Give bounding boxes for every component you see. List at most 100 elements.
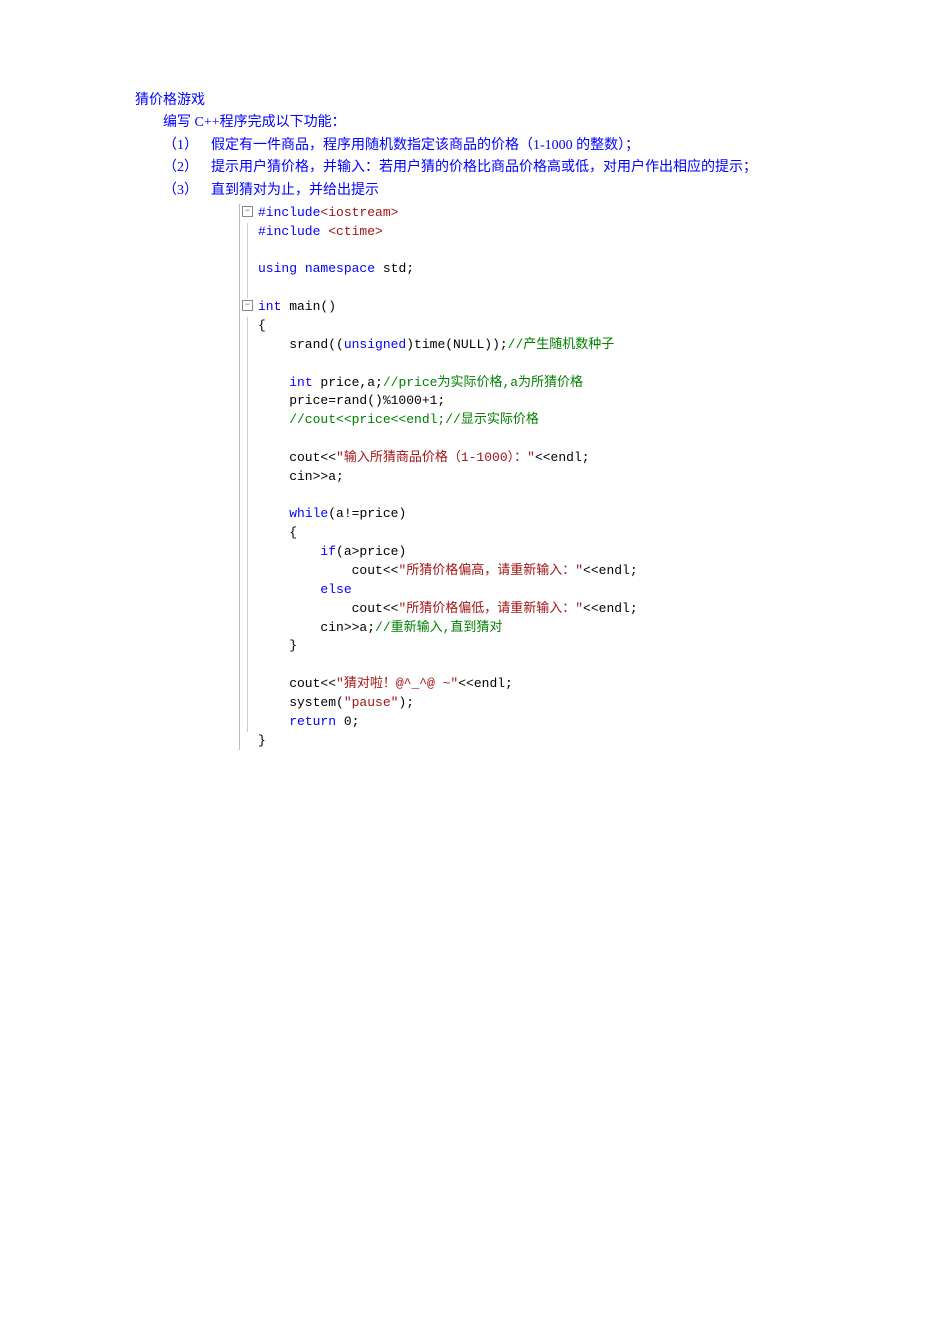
item-text: 直到猜对为止，并给出提示: [211, 180, 761, 202]
fold-line-icon: [247, 637, 248, 656]
code-text: "输入所猜商品价格（1-1000）：": [336, 450, 535, 465]
page-title: 猜价格游戏: [135, 90, 810, 112]
code-line: else: [240, 581, 680, 600]
code-line: srand((unsigned)time(NULL));//产生随机数种子: [240, 336, 680, 355]
list-item: （3）直到猜对为止，并给出提示: [135, 180, 810, 202]
code-text: int: [258, 299, 281, 314]
code-text: #include: [258, 224, 328, 239]
fold-line-icon: [247, 713, 248, 732]
fold-line-icon: [247, 581, 248, 600]
code-text: <ctime>: [328, 224, 383, 239]
code-line: system("pause");: [240, 694, 680, 713]
fold-line-icon: [247, 374, 248, 393]
code-text: (a>price): [336, 544, 406, 559]
code-line: price=rand()%1000+1;: [240, 392, 680, 411]
code-text: <<endl;: [583, 563, 638, 578]
fold-line-icon: [247, 411, 248, 430]
code-text: {: [258, 525, 297, 540]
code-text: <<endl;: [535, 450, 590, 465]
code-text: price,a;: [313, 375, 383, 390]
code-text: main(): [281, 299, 336, 314]
code-text: );: [398, 695, 414, 710]
intro-text: 编写 C++程序完成以下功能：: [135, 112, 810, 134]
code-text: std;: [375, 261, 414, 276]
code-text: cin>>a;: [258, 469, 344, 484]
code-text: int: [289, 375, 312, 390]
code-line: }: [240, 637, 680, 656]
code-text: )time(NULL));: [406, 337, 507, 352]
code-line: [240, 656, 680, 675]
fold-line-icon: [247, 392, 248, 411]
code-text: "所猜价格偏低，请重新输入：": [398, 601, 583, 616]
fold-line-icon: [247, 675, 248, 694]
list-item: （2）提示用户猜价格，并输入：若用户猜的价格比商品价格高或低，对用户作出相应的提…: [135, 157, 810, 179]
code-text: namespace: [305, 261, 375, 276]
code-text: {: [258, 318, 266, 333]
code-text: }: [258, 733, 266, 748]
code-line: −int main(): [240, 298, 680, 317]
code-text: //重新输入,直到猜对: [375, 620, 502, 635]
fold-line-icon: [247, 355, 248, 374]
code-text: "pause": [344, 695, 399, 710]
code-text: cout<<: [258, 450, 336, 465]
code-text: [258, 375, 289, 390]
code-text: unsigned: [344, 337, 406, 352]
code-text: else: [320, 582, 351, 597]
code-text: price=rand()%1000+1;: [258, 393, 445, 408]
fold-line-icon: [247, 260, 248, 279]
fold-line-icon: [247, 600, 248, 619]
item-num: （1）: [163, 135, 211, 157]
code-line: [240, 242, 680, 261]
item-text: 提示用户猜价格，并输入：若用户猜的价格比商品价格高或低，对用户作出相应的提示；: [211, 157, 761, 179]
code-line: cout<<"所猜价格偏低，请重新输入："<<endl;: [240, 600, 680, 619]
code-line: while(a!=price): [240, 505, 680, 524]
code-text: //price为实际价格,a为所猜价格: [383, 375, 583, 390]
code-text: cin>>a;: [258, 620, 375, 635]
item-num: （3）: [163, 180, 211, 202]
code-line: cout<<"所猜价格偏高，请重新输入："<<endl;: [240, 562, 680, 581]
fold-line-icon: [247, 505, 248, 524]
fold-line-icon: [247, 430, 248, 449]
code-text: [258, 582, 320, 597]
code-text: }: [258, 638, 297, 653]
code-line: [240, 430, 680, 449]
code-block: −#include<iostream> #include <ctime> usi…: [239, 204, 680, 750]
code-text: [258, 544, 320, 559]
code-line: int price,a;//price为实际价格,a为所猜价格: [240, 374, 680, 393]
code-text: [297, 261, 305, 276]
code-text: [258, 506, 289, 521]
code-line: //cout<<price<<endl;//显示实际价格: [240, 411, 680, 430]
code-line: cout<<"猜对啦！@^_^@ ~"<<endl;: [240, 675, 680, 694]
code-line: [240, 279, 680, 298]
fold-line-icon: [247, 487, 248, 506]
fold-line-icon: [247, 336, 248, 355]
list-item: （1）假定有一件商品，程序用随机数指定该商品的价格（1-1000 的整数）；: [135, 135, 810, 157]
code-text: cout<<: [258, 676, 336, 691]
fold-line-icon: [247, 619, 248, 638]
code-text: cout<<: [258, 563, 398, 578]
fold-line-icon: [247, 524, 248, 543]
fold-line-icon: [247, 449, 248, 468]
fold-line-icon: [247, 656, 248, 675]
code-line: }: [240, 732, 680, 751]
code-text: 0;: [336, 714, 359, 729]
code-line: #include <ctime>: [240, 223, 680, 242]
code-line: if(a>price): [240, 543, 680, 562]
code-line: [240, 355, 680, 374]
code-text: while: [289, 506, 328, 521]
fold-minus-icon: −: [242, 300, 253, 311]
code-line: {: [240, 317, 680, 336]
code-line: cin>>a;: [240, 468, 680, 487]
code-text: "所猜价格偏高，请重新输入：": [398, 563, 583, 578]
fold-line-icon: [247, 562, 248, 581]
fold-line-icon: [247, 468, 248, 487]
fold-line-icon: [247, 317, 248, 336]
code-text: "猜对啦！@^_^@ ~": [336, 676, 458, 691]
fold-line-icon: [247, 694, 248, 713]
code-text: <iostream>: [320, 205, 398, 220]
code-text: #include: [258, 205, 320, 220]
code-line: cin>>a;//重新输入,直到猜对: [240, 619, 680, 638]
code-text: //产生随机数种子: [508, 337, 615, 352]
item-num: （2）: [163, 157, 211, 179]
code-text: (a!=price): [328, 506, 406, 521]
